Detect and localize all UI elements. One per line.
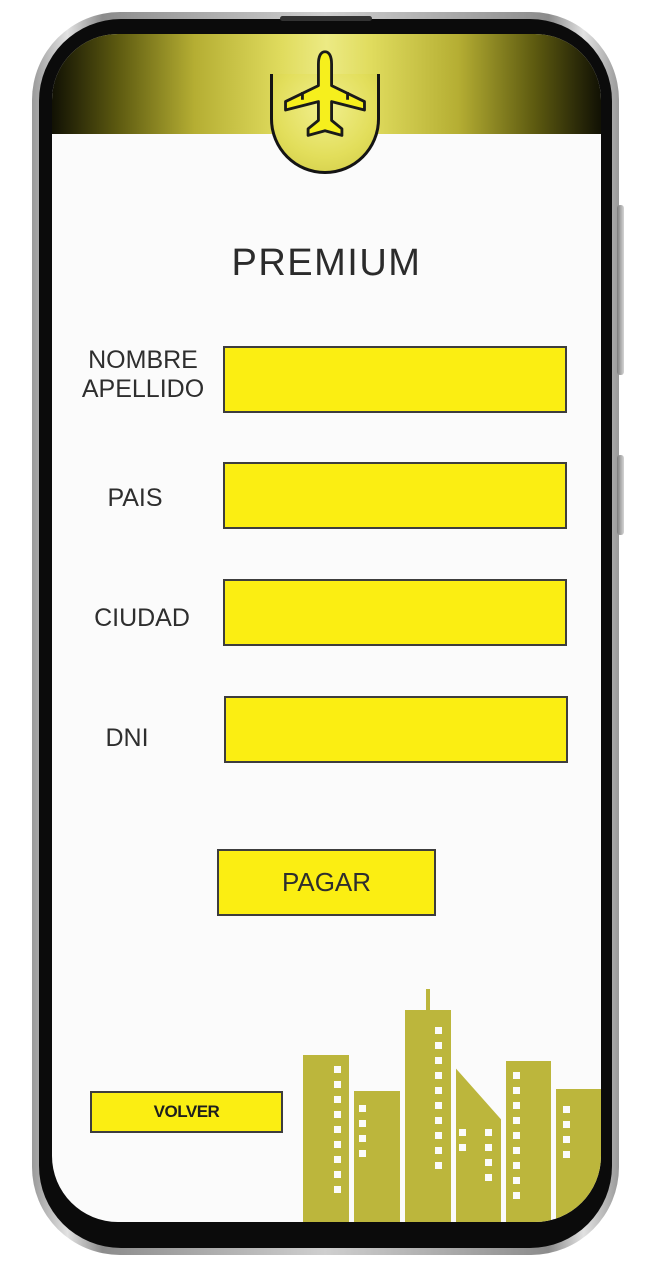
- volume-button: [617, 455, 624, 535]
- pay-button[interactable]: PAGAR: [217, 849, 436, 916]
- page-title: PREMIUM: [231, 242, 422, 284]
- city-field-label: CIUDAD: [94, 604, 190, 632]
- country-input[interactable]: [223, 462, 567, 529]
- country-field-label: PAIS: [107, 484, 163, 512]
- name-surname-input[interactable]: [223, 346, 567, 413]
- city-input[interactable]: [223, 579, 567, 646]
- dni-field-label: DNI: [105, 724, 149, 752]
- app-screen: PREMIUM NOMBRE APELLIDO PAIS CIUDAD DNI …: [52, 34, 601, 1222]
- earpiece-speaker: [280, 16, 372, 21]
- name-label-line2: APELLIDO: [81, 375, 205, 403]
- name-label-line1: NOMBRE: [88, 346, 198, 374]
- back-button[interactable]: VOLVER: [90, 1091, 283, 1133]
- city-skyline-illustration: [302, 989, 601, 1222]
- name-field-label: NOMBRE APELLIDO: [70, 346, 216, 404]
- dni-input[interactable]: [224, 696, 568, 763]
- airplane-icon: [284, 50, 366, 137]
- power-button: [617, 205, 624, 375]
